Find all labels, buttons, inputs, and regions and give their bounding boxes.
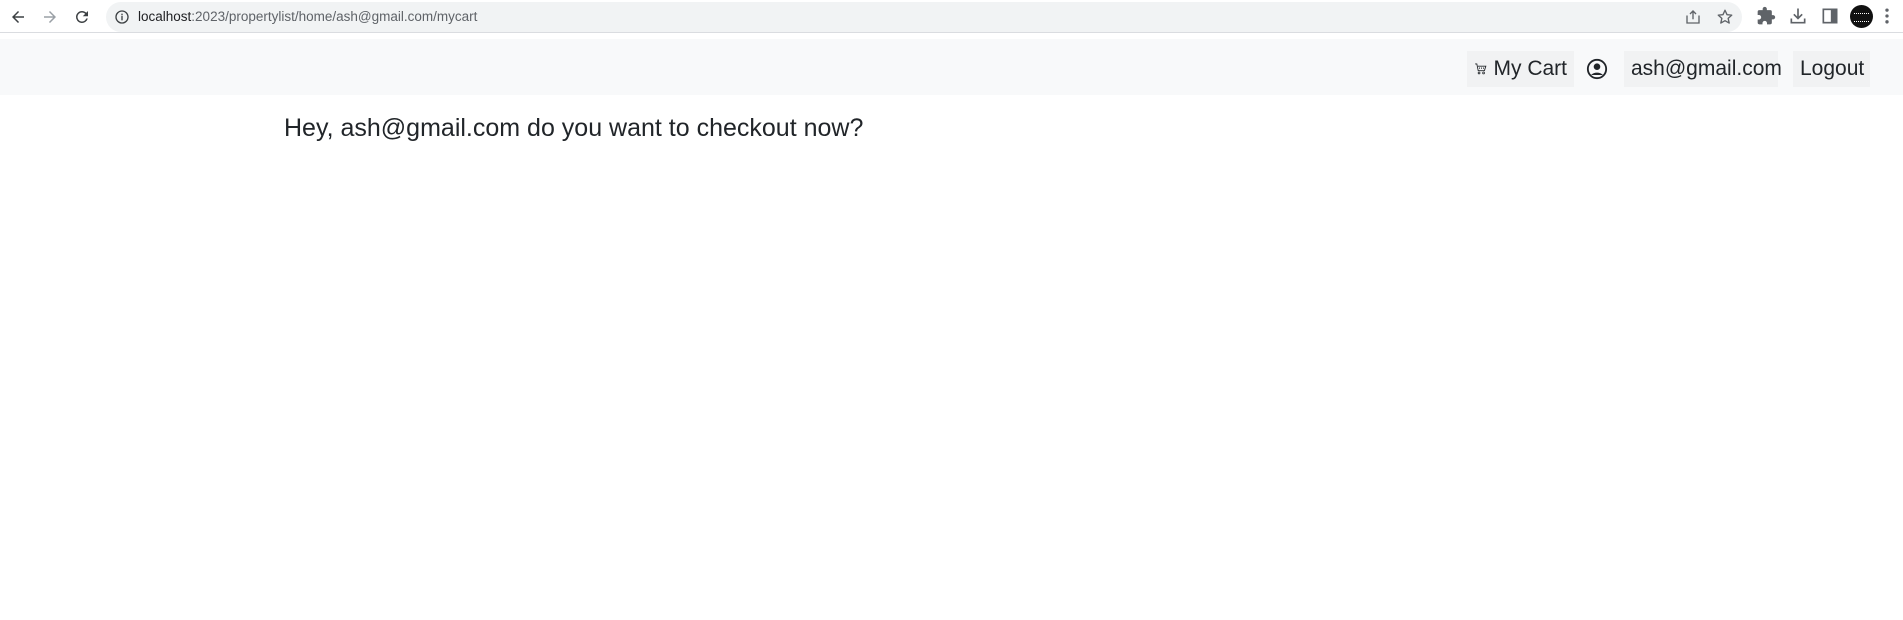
logout-label: Logout bbox=[1800, 57, 1865, 80]
browser-menu-icon[interactable] bbox=[1880, 6, 1894, 26]
url-host: localhost bbox=[138, 9, 192, 24]
forward-button[interactable] bbox=[37, 4, 63, 30]
side-panel-icon[interactable] bbox=[1820, 6, 1840, 26]
download-icon[interactable] bbox=[1788, 6, 1808, 26]
reload-icon bbox=[75, 10, 88, 23]
url-text[interactable]: localhost:2023/propertylist/home/ash@gma… bbox=[138, 2, 477, 32]
user-icon bbox=[1586, 58, 1608, 80]
browser-toolbar: localhost:2023/propertylist/home/ash@gma… bbox=[0, 0, 1903, 33]
back-button[interactable] bbox=[5, 4, 31, 30]
forward-arrow-icon bbox=[44, 11, 56, 23]
site-info-icon[interactable] bbox=[114, 9, 130, 25]
cart-icon bbox=[1475, 63, 1487, 75]
checkout-heading: Hey, ash@gmail.com do you want to checko… bbox=[284, 114, 864, 142]
share-icon[interactable] bbox=[1684, 8, 1702, 26]
my-cart-label: My Cart bbox=[1493, 57, 1568, 80]
user-email-button[interactable]: ash@gmail.com bbox=[1624, 51, 1782, 87]
logout-button[interactable]: Logout bbox=[1793, 51, 1870, 87]
url-path: :2023/propertylist/home/ash@gmail.com/my… bbox=[191, 9, 478, 24]
extensions-puzzle-icon[interactable] bbox=[1756, 6, 1776, 26]
reload-button[interactable] bbox=[69, 4, 95, 30]
bookmark-star-icon[interactable] bbox=[1716, 8, 1734, 26]
address-bar[interactable]: localhost:2023/propertylist/home/ash@gma… bbox=[106, 2, 1742, 32]
back-arrow-icon bbox=[12, 11, 24, 23]
user-email-label: ash@gmail.com bbox=[1631, 57, 1782, 80]
profile-avatar[interactable] bbox=[1850, 5, 1873, 28]
app-navbar: My Cart ash@gmail.com Logout bbox=[0, 39, 1903, 95]
my-cart-button[interactable]: My Cart bbox=[1467, 51, 1574, 87]
